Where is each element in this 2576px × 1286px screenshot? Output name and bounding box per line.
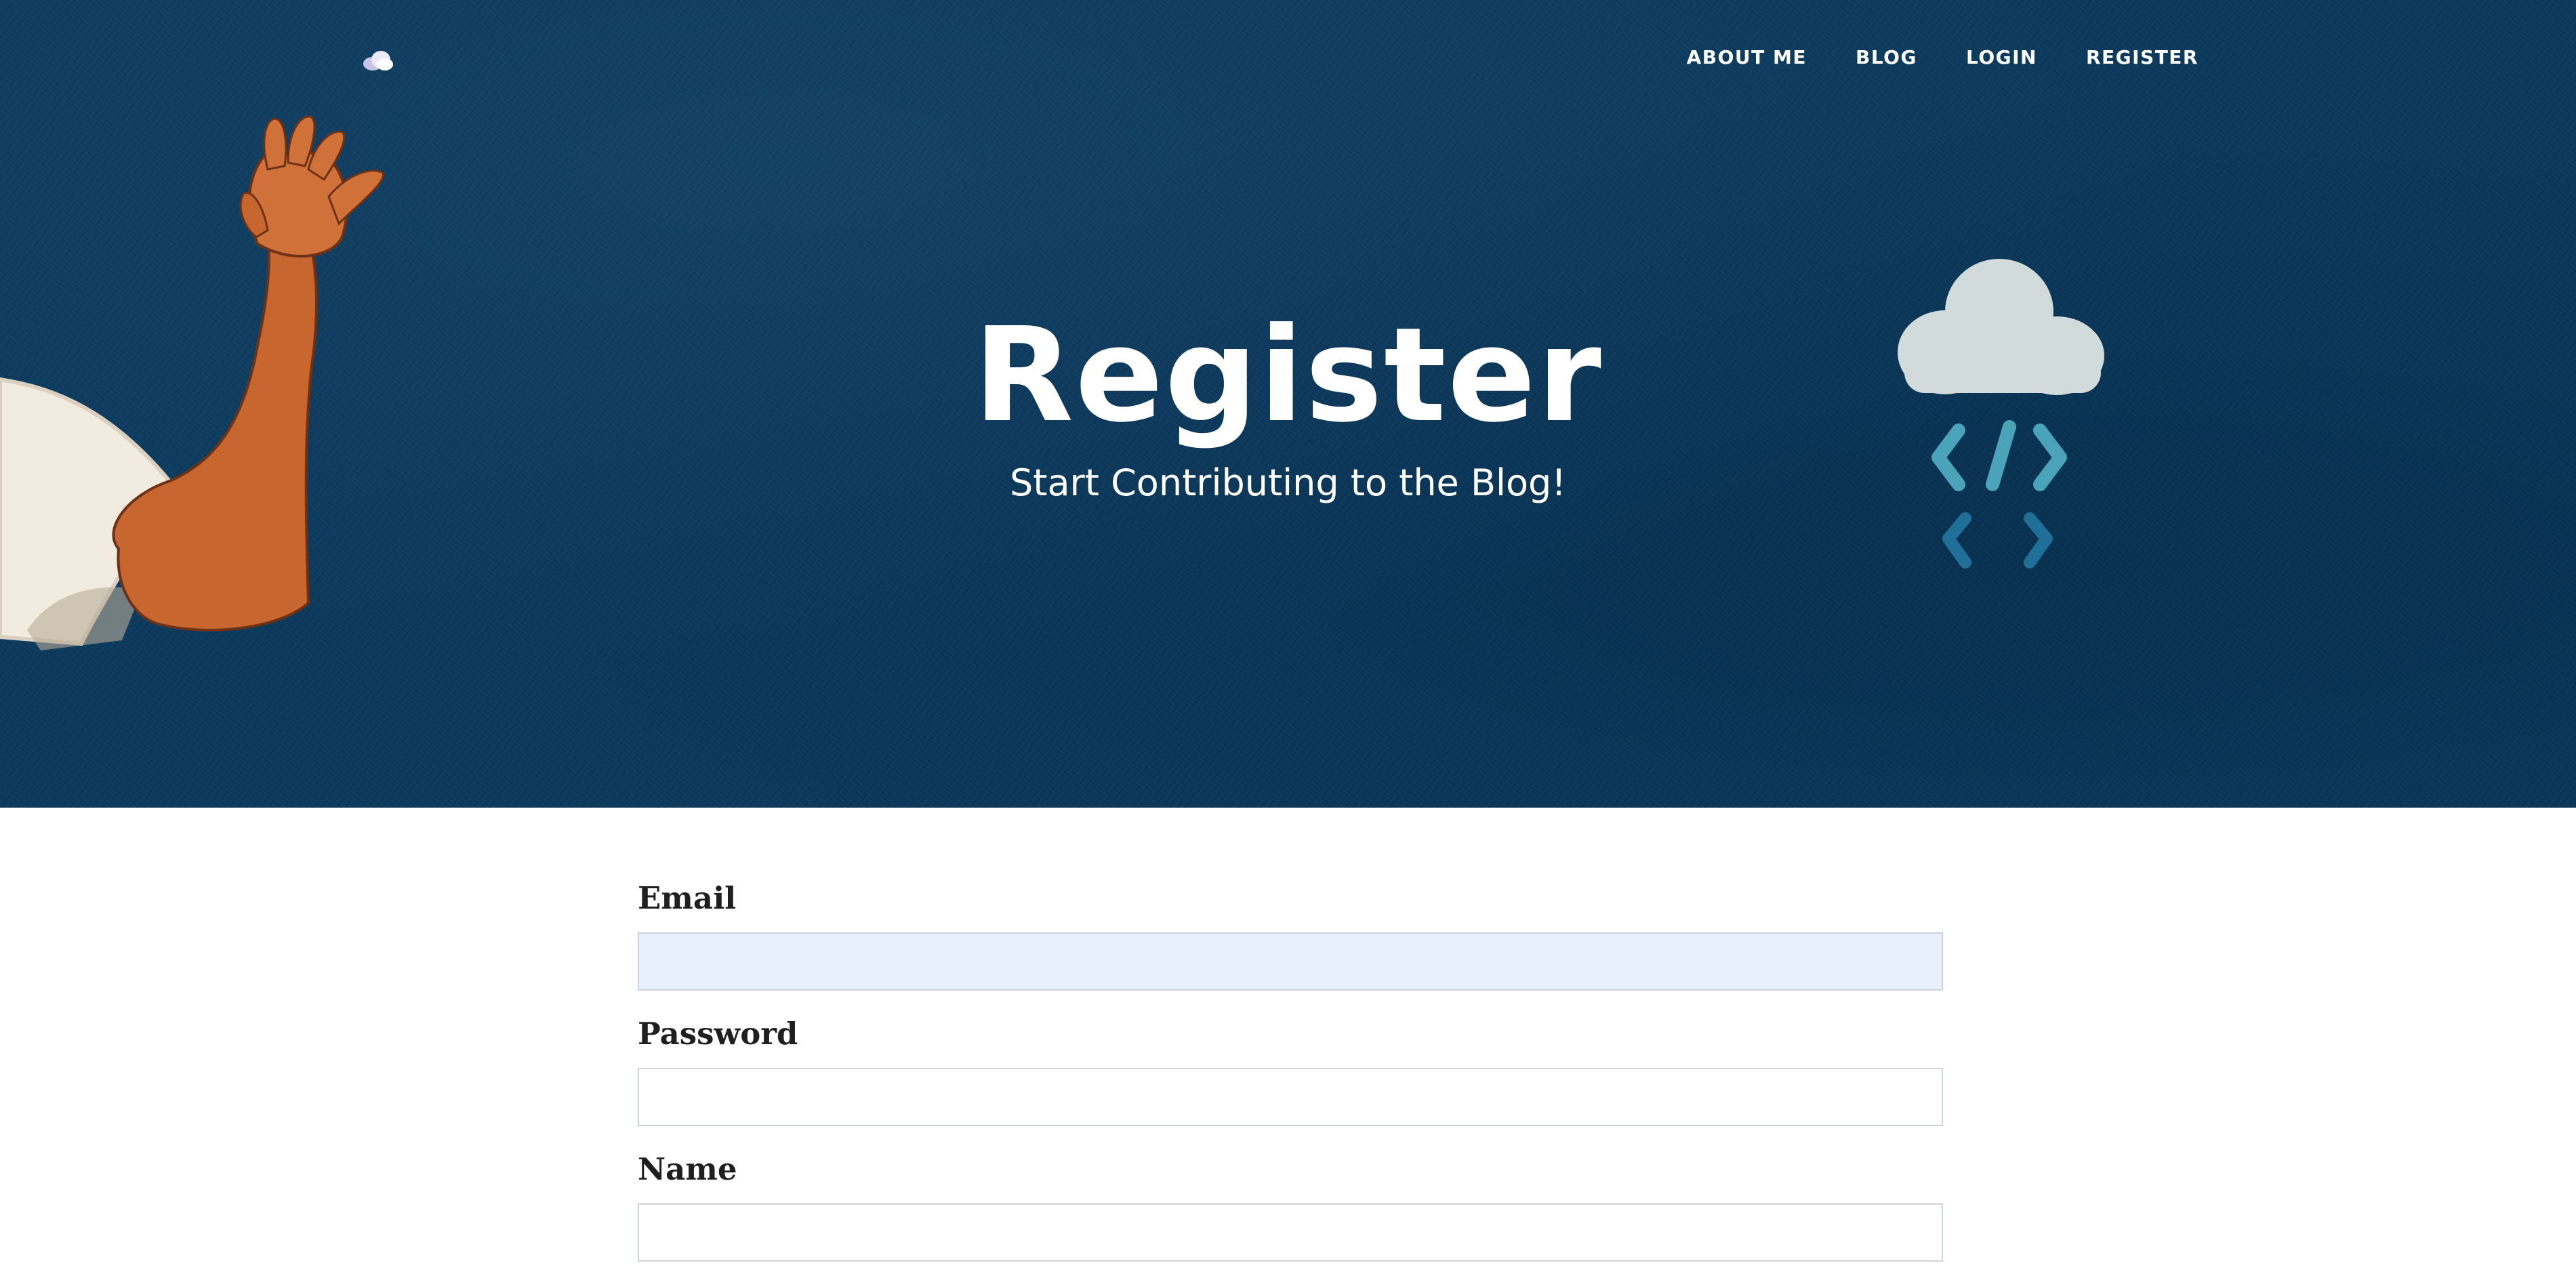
password-group: Password [638, 1015, 1943, 1126]
register-form: Email Password Name [638, 879, 1943, 1286]
main-nav: ABOUT ME BLOG LOGIN REGISTER [1687, 46, 2199, 69]
email-label: Email [638, 880, 737, 916]
page-subtitle: Start Contributing to the Blog! [1010, 461, 1566, 504]
password-label: Password [638, 1016, 798, 1052]
name-group: Name [638, 1150, 1943, 1262]
email-field[interactable] [638, 932, 1943, 991]
email-group: Email [638, 879, 1943, 991]
name-label: Name [638, 1151, 737, 1187]
name-field[interactable] [638, 1203, 1943, 1262]
nav-login[interactable]: LOGIN [1966, 46, 2037, 69]
cloud-icon[interactable] [361, 49, 394, 72]
nav-register[interactable]: REGISTER [2086, 46, 2199, 69]
hero-header: ABOUT ME BLOG LOGIN REGISTER Register St… [0, 0, 2576, 808]
page-title: Register [973, 300, 1603, 451]
password-field[interactable] [638, 1068, 1943, 1126]
nav-blog[interactable]: BLOG [1856, 46, 1917, 69]
nav-about-me[interactable]: ABOUT ME [1687, 46, 1807, 69]
